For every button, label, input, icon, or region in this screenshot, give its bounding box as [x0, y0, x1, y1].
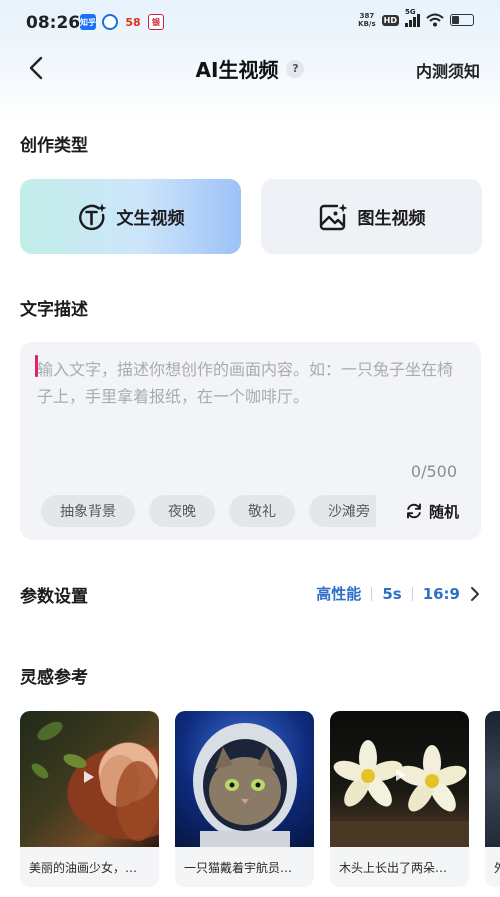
- prompt-chips: 抽象背景 夜晚 敬礼 沙滩旁: [41, 495, 376, 527]
- divider: [411, 586, 413, 601]
- 58-app-icon: 58: [125, 15, 141, 29]
- zhihu-app-icon: 知乎: [80, 14, 96, 30]
- inspiration-card[interactable]: 一只猫戴着宇航员…: [175, 711, 314, 887]
- oil-painting-girl-image: [20, 711, 159, 847]
- astronaut-cat-image: [175, 711, 314, 847]
- params-selector[interactable]: 高性能 5s 16:9: [316, 583, 480, 604]
- card-caption: 外: [485, 847, 500, 887]
- ratio-value[interactable]: 16:9: [423, 585, 460, 603]
- image-to-video-label: 图生视频: [357, 209, 426, 229]
- text-to-video-label: 文生视频: [116, 209, 185, 229]
- network-speed-unit: KB/s: [358, 20, 376, 28]
- help-icon[interactable]: ?: [286, 59, 305, 78]
- prompt-chip[interactable]: 抽象背景: [41, 495, 135, 527]
- beta-notice-link[interactable]: 内测须知: [416, 58, 480, 82]
- battery-icon: [450, 14, 474, 26]
- duration-value[interactable]: 5s: [382, 585, 401, 603]
- ring-app-icon: [102, 14, 118, 30]
- card-caption: 美丽的油画少女，…: [29, 860, 138, 875]
- flowers-on-wood-image: [330, 711, 469, 847]
- play-icon: [84, 771, 94, 783]
- inspiration-card[interactable]: 外: [485, 711, 500, 887]
- bank-app-icon: 银: [148, 14, 164, 30]
- inspiration-cards: 美丽的油画少女，… 一只猫戴着宇航员… 木头上长出了两朵…: [20, 711, 500, 891]
- battery-fill: [452, 16, 459, 24]
- chevron-right-icon: [471, 586, 479, 601]
- signal-icon: 5G: [405, 8, 420, 27]
- image-to-video-button[interactable]: 图生视频: [261, 179, 482, 254]
- wifi-icon: [426, 13, 444, 27]
- city-image: [485, 711, 500, 847]
- inspiration-card[interactable]: 木头上长出了两朵…: [330, 711, 469, 887]
- params-title: 参数设置: [20, 587, 88, 607]
- card-caption: 一只猫戴着宇航员…: [184, 860, 293, 875]
- play-icon: [396, 769, 406, 781]
- description-placeholder: 输入文字，描述你想创作的画面内容。如：一只兔子坐在椅子上，手里拿着报纸，在一个咖…: [37, 360, 454, 406]
- random-label: 随机: [428, 502, 459, 521]
- status-time: 08:26: [26, 13, 81, 33]
- inspiration-title: 灵感参考: [20, 668, 88, 688]
- char-counter: 0/500: [410, 462, 457, 481]
- network-type: 5G: [405, 8, 416, 16]
- status-indicators: 387 KB/s HD 5G: [358, 8, 474, 28]
- random-button[interactable]: 随机: [405, 495, 459, 527]
- prompt-chip[interactable]: 敬礼: [229, 495, 295, 527]
- refresh-icon: [407, 503, 421, 519]
- network-speed: 387 KB/s: [358, 12, 375, 28]
- status-bar: 08:26 知乎 58 银 387 KB/s HD 5G: [0, 0, 500, 44]
- astronaut-cat-drawing: [193, 723, 297, 847]
- status-app-icons: 知乎 58 银: [80, 14, 164, 30]
- inspiration-card[interactable]: 美丽的油画少女，…: [20, 711, 159, 887]
- page-title-text: AI生视频: [195, 58, 279, 82]
- prompt-chip[interactable]: 沙滩旁: [309, 495, 376, 527]
- creation-type-title: 创作类型: [20, 136, 88, 156]
- text-to-video-icon: [78, 203, 106, 230]
- hd-badge: HD: [381, 14, 399, 26]
- text-to-video-button[interactable]: 文生视频: [20, 179, 241, 254]
- prompt-chip[interactable]: 夜晚: [149, 495, 215, 527]
- image-to-video-icon: [319, 203, 347, 230]
- description-title: 文字描述: [20, 300, 88, 320]
- divider: [371, 586, 373, 601]
- performance-value[interactable]: 高性能: [316, 583, 361, 604]
- description-input[interactable]: 输入文字，描述你想创作的画面内容。如：一只兔子坐在椅子上，手里拿着报纸，在一个咖…: [20, 342, 481, 540]
- network-speed-value: 387: [359, 12, 375, 20]
- card-caption: 木头上长出了两朵…: [339, 860, 448, 875]
